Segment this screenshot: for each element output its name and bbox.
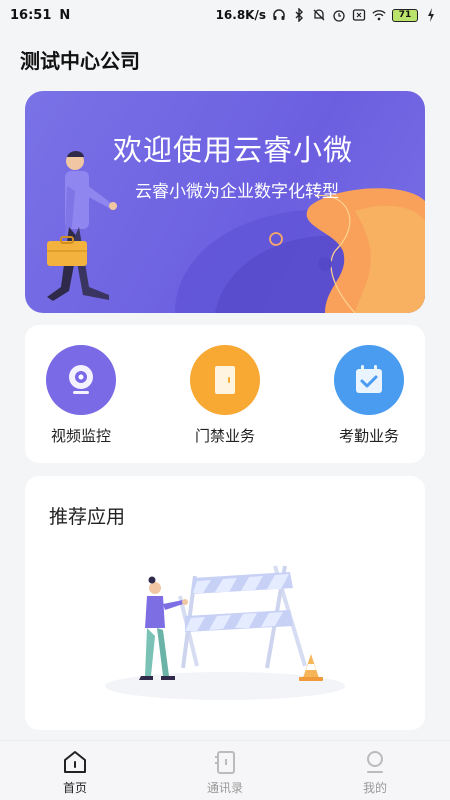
welcome-banner[interactable]: 欢迎使用云睿小微 云睿小微为企业数字化转型 <box>25 91 425 313</box>
tab-label: 首页 <box>62 781 87 795</box>
banner-title: 欢迎使用云睿小微 <box>112 133 353 167</box>
quick-action-attendance[interactable]: 考勤业务 <box>319 345 419 446</box>
tab-profile[interactable]: 我的 <box>315 745 435 796</box>
calendar-check-icon <box>334 345 404 415</box>
businessman-illustration <box>47 151 117 301</box>
alarm-icon <box>332 8 346 22</box>
quick-action-label: 门禁业务 <box>194 427 255 445</box>
door-icon <box>190 345 260 415</box>
bluetooth-icon <box>292 8 306 22</box>
banner-illustration <box>47 151 425 313</box>
recommended-apps-title: 推荐应用 <box>49 506 126 528</box>
home-icon <box>15 745 135 775</box>
status-time: 16:51 <box>10 7 52 23</box>
tab-label: 通讯录 <box>206 781 243 795</box>
charging-icon <box>424 8 438 22</box>
bottom-tab-bar: 首页 通讯录 我的 <box>0 740 450 800</box>
user-icon <box>315 745 435 775</box>
camera-icon <box>46 345 116 415</box>
status-bar: 16:51 N 16.8K/s 71 <box>0 0 450 30</box>
tab-contacts[interactable]: 通讯录 <box>165 745 285 796</box>
quick-action-label: 考勤业务 <box>338 427 399 445</box>
quick-action-label: 视频监控 <box>50 427 111 445</box>
quick-action-video-monitoring[interactable]: 视频监控 <box>31 345 131 446</box>
quick-action-access-control[interactable]: 门禁业务 <box>175 345 275 446</box>
contacts-icon <box>165 745 285 775</box>
recommended-apps-card: 推荐应用 <box>25 476 425 730</box>
mute-bell-icon <box>312 8 326 22</box>
battery-indicator: 71 <box>392 8 418 22</box>
headphones-icon <box>272 8 286 22</box>
under-construction-illustration <box>105 565 345 700</box>
sim-x-icon <box>352 8 366 22</box>
tab-home[interactable]: 首页 <box>15 745 135 796</box>
quick-actions-card: 视频监控 门禁业务 考勤业务 <box>25 325 425 463</box>
wifi-icon <box>372 8 386 22</box>
tab-label: 我的 <box>362 781 387 795</box>
company-title: 测试中心公司 <box>20 49 140 73</box>
net-speed: 16.8K/s <box>215 8 266 22</box>
banner-subtitle: 云睿小微为企业数字化转型 <box>135 182 339 202</box>
notification-n-icon: N <box>59 7 71 23</box>
